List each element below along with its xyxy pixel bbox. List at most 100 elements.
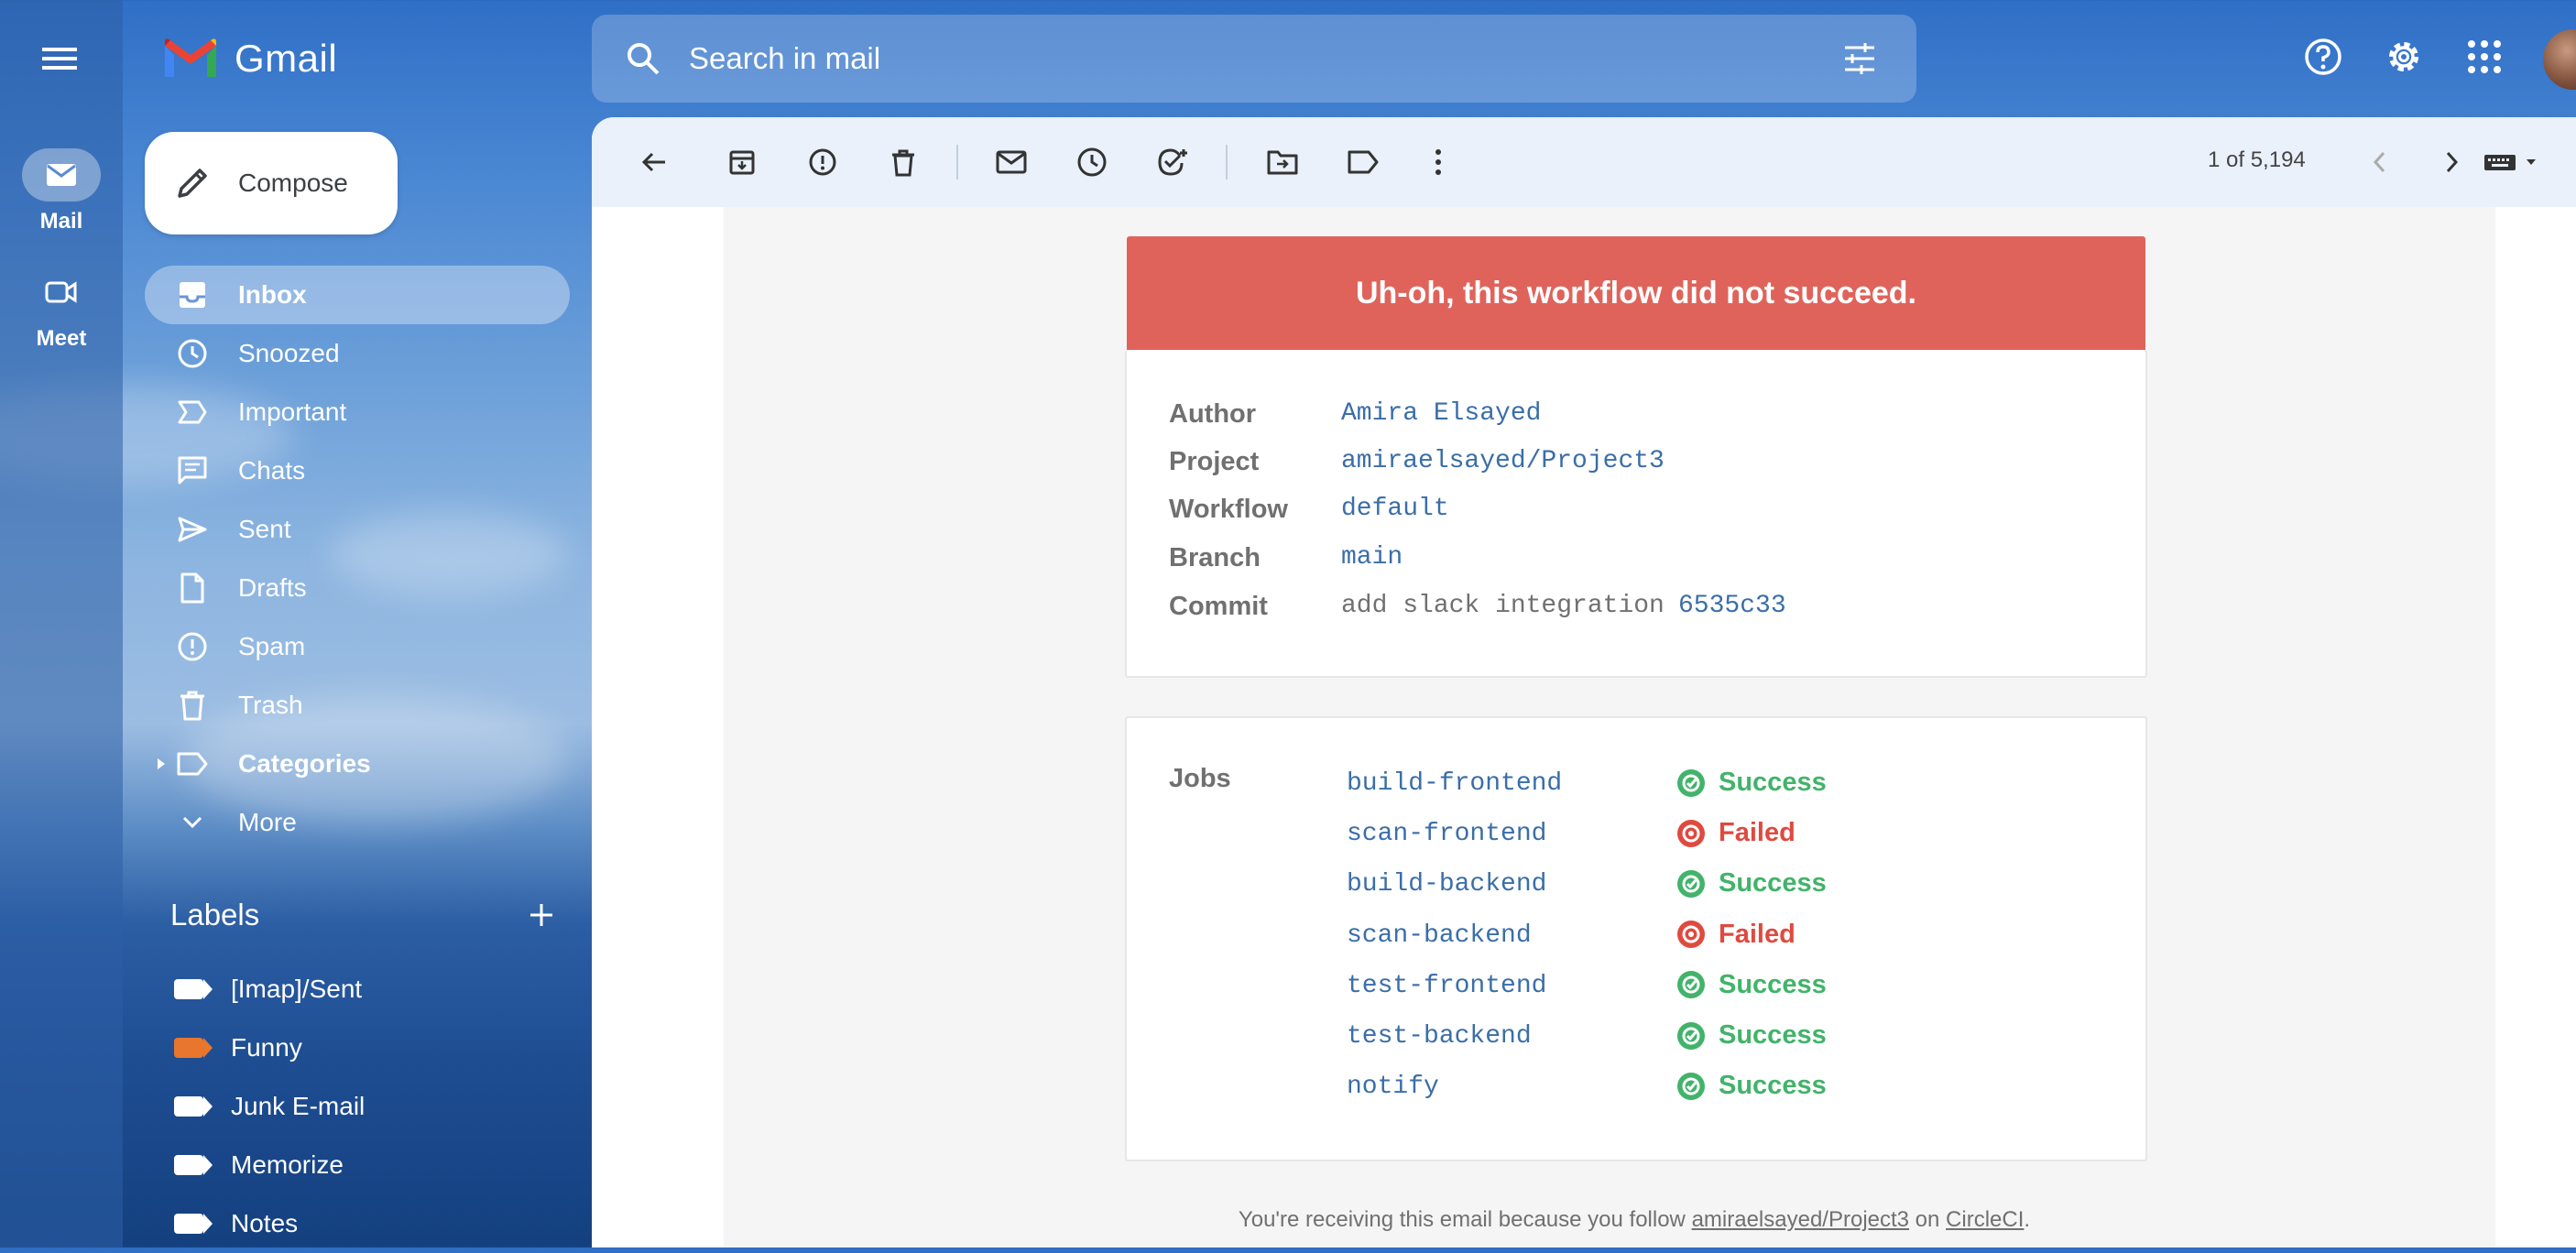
archive-button[interactable] (715, 135, 770, 190)
labels-heading: Labels (170, 898, 260, 932)
search-bar[interactable]: Search in mail (592, 15, 1916, 103)
job-status-label: Success (1719, 868, 1827, 899)
success-icon (1677, 1021, 1705, 1050)
snooze-button[interactable] (1064, 135, 1119, 190)
nav-item-inbox[interactable]: Inbox (145, 266, 570, 324)
search-icon[interactable] (625, 40, 661, 77)
footer-project-link[interactable]: amiraelsayed/Project3 (1692, 1207, 1909, 1232)
nav-item-drafts[interactable]: Drafts (145, 559, 570, 617)
help-button[interactable] (2294, 27, 2352, 86)
nav-item-spam[interactable]: Spam (145, 617, 570, 676)
nav-item-label: Snoozed (238, 339, 340, 367)
inbox-icon (180, 282, 205, 308)
pencil-icon (178, 169, 207, 198)
nav-item-categories[interactable]: Categories (145, 735, 570, 793)
pagination-count: 1 of 5,194 (2208, 147, 2306, 172)
commit-message: add slack integration (1341, 592, 1665, 620)
add-task-icon (1158, 148, 1187, 176)
nav-item-label: Spam (238, 632, 306, 660)
older-button[interactable] (2424, 135, 2479, 190)
apps-grid-icon (2468, 40, 2501, 73)
job-name[interactable]: test-frontend (1347, 972, 1546, 1000)
apps-button[interactable] (2455, 27, 2514, 86)
plus-icon[interactable] (528, 901, 555, 929)
branch-value[interactable]: main (1341, 543, 1403, 572)
nav-item-label: Inbox (238, 280, 307, 309)
compose-label: Compose (238, 169, 348, 197)
job-name[interactable]: scan-backend (1347, 921, 1532, 950)
keyboard-icon (2484, 155, 2536, 170)
input-tools-button[interactable] (2473, 135, 2556, 190)
rail-item-label: Mail (39, 209, 83, 234)
avatar[interactable] (2543, 29, 2576, 90)
nav-item-sent[interactable]: Sent (145, 500, 570, 559)
mail-icon (996, 150, 1027, 174)
spam-icon (809, 148, 836, 176)
label-item-memorize[interactable]: Memorize (145, 1136, 570, 1194)
job-name[interactable]: build-backend (1347, 870, 1546, 899)
newer-button[interactable] (2352, 135, 2407, 190)
job-name[interactable]: build-frontend (1347, 769, 1562, 798)
gmail-logo[interactable]: Gmail (161, 33, 337, 84)
label-item-imap-sent[interactable]: [Imap]/Sent (145, 960, 570, 1019)
nav-item-label: Drafts (238, 573, 307, 602)
nav-item-more[interactable]: More (145, 793, 570, 852)
expand-arrow-icon[interactable] (156, 757, 167, 770)
workflow-key: Workflow (1169, 495, 1288, 524)
job-status: Success (1676, 970, 1827, 1000)
label-tag-icon (174, 1155, 213, 1175)
label-item-junk-email[interactable]: Junk E-mail (145, 1077, 570, 1136)
labels-header: Labels (170, 898, 555, 932)
footer-text: on (1909, 1207, 1947, 1232)
project-value[interactable]: amiraelsayed/Project3 (1341, 447, 1665, 475)
arrow-left-icon (641, 152, 665, 172)
job-name[interactable]: scan-frontend (1347, 820, 1546, 848)
spam-icon (178, 632, 207, 661)
footer-text: . (2024, 1207, 2031, 1232)
rail-item-meet[interactable]: Meet (0, 266, 123, 352)
job-name[interactable]: test-backend (1347, 1022, 1532, 1051)
settings-button[interactable] (2374, 27, 2433, 86)
details-card: Author Amira Elsayed Project amiraelsaye… (1125, 350, 2147, 678)
nav-item-label: Important (238, 398, 347, 426)
author-value[interactable]: Amira Elsayed (1341, 399, 1541, 428)
report-spam-button[interactable] (795, 135, 850, 190)
failed-icon (1677, 819, 1705, 847)
search-input[interactable]: Search in mail (689, 41, 1841, 76)
job-name[interactable]: notify (1347, 1073, 1439, 1101)
label-item-label: Funny (231, 1033, 302, 1062)
move-to-button[interactable] (1255, 135, 1310, 190)
job-status-label: Failed (1719, 818, 1796, 848)
nav-item-chats[interactable]: Chats (145, 441, 570, 500)
footer-circleci-link[interactable]: CircleCI (1946, 1207, 2024, 1232)
label-item-notes[interactable]: Notes (145, 1194, 570, 1253)
back-button[interactable] (627, 135, 682, 190)
clock-icon (1077, 147, 1107, 177)
label-icon (177, 752, 208, 776)
important-icon (178, 400, 207, 424)
search-options-icon[interactable] (1841, 40, 1878, 77)
main-menu-button[interactable] (33, 37, 86, 81)
label-item-funny[interactable]: Funny (145, 1019, 570, 1077)
nav-item-trash[interactable]: Trash (145, 676, 570, 735)
nav-item-label: Sent (238, 515, 291, 543)
mail-icon (47, 164, 76, 186)
delete-button[interactable] (876, 135, 931, 190)
chat-icon (178, 456, 207, 485)
compose-button[interactable]: Compose (145, 132, 398, 234)
gear-icon (2389, 42, 2418, 71)
label-icon (1348, 150, 1379, 174)
nav-item-snoozed[interactable]: Snoozed (145, 324, 570, 383)
commit-hash[interactable]: 6535c33 (1678, 592, 1786, 620)
more-options-button[interactable] (1411, 135, 1466, 190)
rail-item-mail[interactable]: Mail (0, 148, 123, 234)
mark-unread-button[interactable] (984, 135, 1039, 190)
folder-nav: Inbox Snoozed Important Chats Sent Draft… (145, 266, 570, 852)
labels-button[interactable] (1336, 135, 1391, 190)
nav-item-label: Trash (238, 691, 303, 719)
nav-item-important[interactable]: Important (145, 383, 570, 441)
add-to-tasks-button[interactable] (1145, 135, 1200, 190)
workflow-value[interactable]: default (1341, 495, 1449, 523)
nav-item-label: Categories (238, 749, 371, 778)
label-item-label: Junk E-mail (231, 1092, 366, 1120)
